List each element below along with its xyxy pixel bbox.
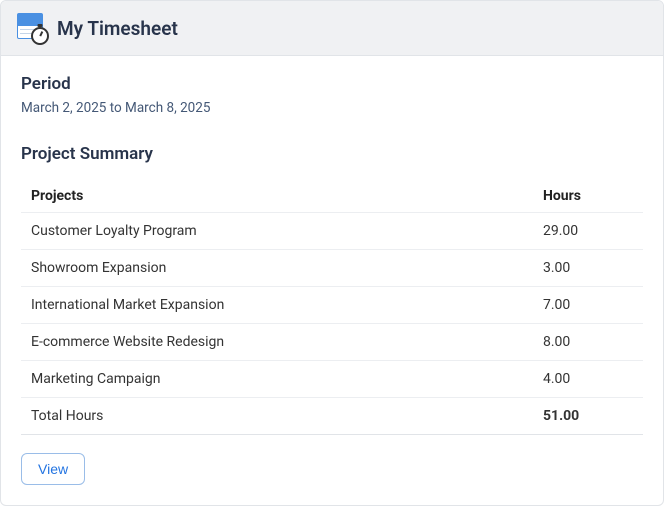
- total-row: Total Hours 51.00: [21, 398, 643, 435]
- table-row: Customer Loyalty Program 29.00: [21, 213, 643, 250]
- view-button[interactable]: View: [21, 453, 85, 485]
- table-row: E-commerce Website Redesign 8.00: [21, 324, 643, 361]
- project-hours: 7.00: [533, 287, 643, 324]
- project-name: Marketing Campaign: [21, 361, 533, 398]
- project-name: Showroom Expansion: [21, 250, 533, 287]
- card-body: Period March 2, 2025 to March 8, 2025 Pr…: [1, 56, 663, 505]
- card-title: My Timesheet: [57, 17, 178, 40]
- summary-heading: Project Summary: [21, 144, 643, 164]
- project-name: International Market Expansion: [21, 287, 533, 324]
- project-hours: 4.00: [533, 361, 643, 398]
- table-row: Marketing Campaign 4.00: [21, 361, 643, 398]
- timesheet-icon: [17, 13, 47, 43]
- table-header-row: Projects Hours: [21, 180, 643, 213]
- total-label: Total Hours: [21, 398, 533, 435]
- timesheet-card: My Timesheet Period March 2, 2025 to Mar…: [0, 0, 664, 506]
- card-header: My Timesheet: [1, 1, 663, 56]
- period-label: Period: [21, 74, 643, 94]
- summary-table: Projects Hours Customer Loyalty Program …: [21, 180, 643, 435]
- project-hours: 8.00: [533, 324, 643, 361]
- project-hours: 3.00: [533, 250, 643, 287]
- col-projects: Projects: [21, 180, 533, 213]
- col-hours: Hours: [533, 180, 643, 213]
- table-row: Showroom Expansion 3.00: [21, 250, 643, 287]
- project-name: Customer Loyalty Program: [21, 213, 533, 250]
- table-row: International Market Expansion 7.00: [21, 287, 643, 324]
- project-name: E-commerce Website Redesign: [21, 324, 533, 361]
- project-hours: 29.00: [533, 213, 643, 250]
- period-text: March 2, 2025 to March 8, 2025: [21, 100, 643, 116]
- total-hours: 51.00: [533, 398, 643, 435]
